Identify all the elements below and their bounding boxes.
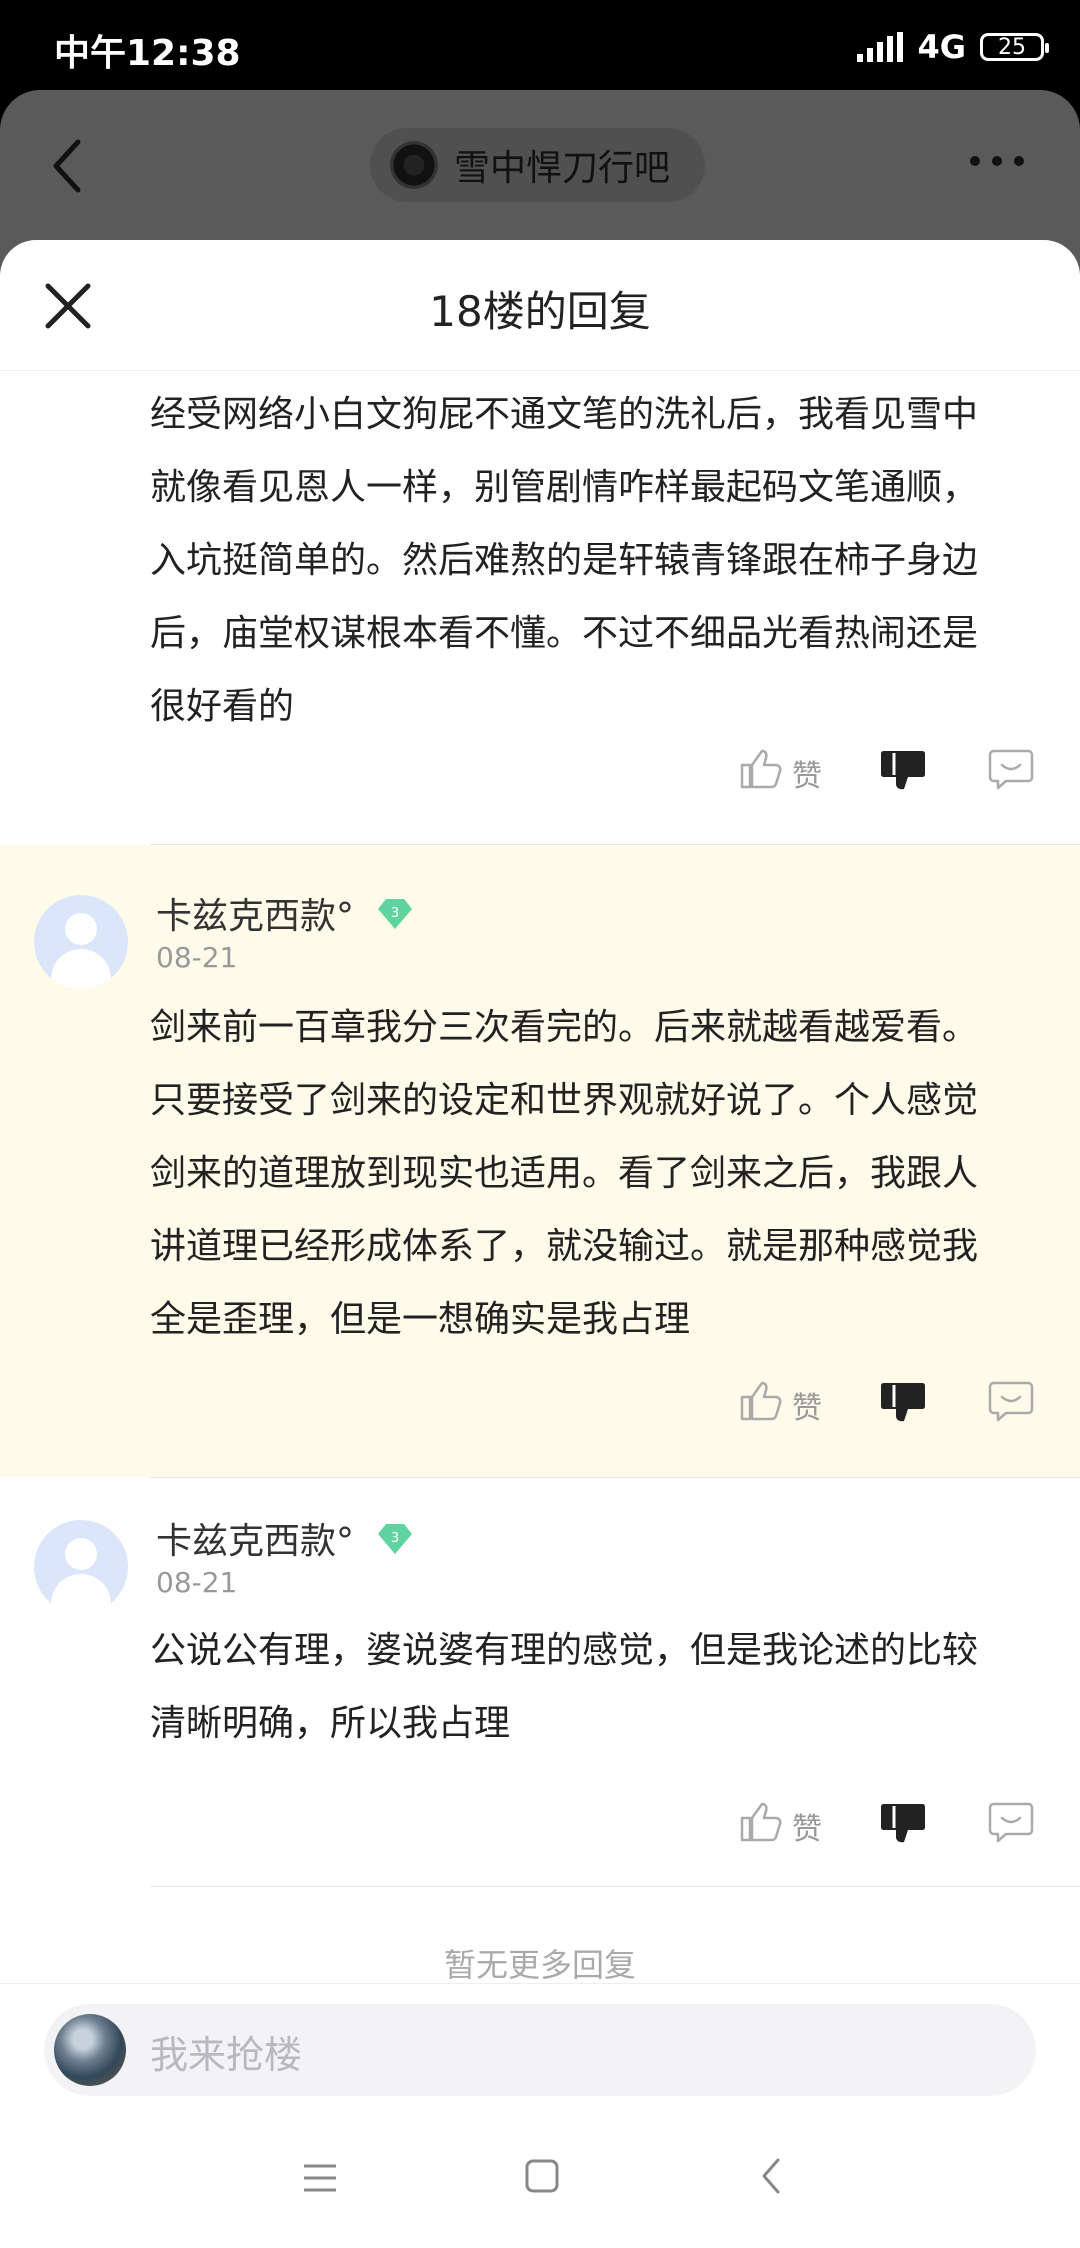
forum-logo-icon [390, 141, 438, 189]
reply-text: 剑来前一百章我分三次看完的。后来就越看越爱看。 只要接受了剑来的设定和世界观就好… [150, 991, 1050, 1356]
dislike-icon[interactable] [880, 747, 926, 793]
status-bar: 中午12:38 4G 25 [0, 0, 1080, 90]
reply-text: 公说公有理，婆说婆有理的感觉，但是我论述的比较 清晰明确，所以我占理 [150, 1614, 1050, 1760]
reply-item[interactable]: 卡兹克西款° 3 08-21 公说公有理，婆说婆有理的感觉，但是我论述的比较 清… [0, 1478, 1080, 1898]
sheet-title: 18楼的回复 [429, 287, 651, 336]
dislike-icon[interactable] [880, 1800, 926, 1846]
menu-icon[interactable] [300, 2158, 340, 2198]
text-line: 就像看见恩人一样，别管剧情咋样最起码文笔通顺， [150, 467, 979, 508]
text-line: 后，庙堂权谋根本看不懂。不过不细品光看热闹还是 [150, 613, 979, 654]
comment-icon[interactable] [988, 1379, 1034, 1425]
level-number: 3 [391, 906, 399, 921]
more-icon[interactable] [970, 156, 1024, 166]
text-line: 剑来的道理放到现实也适用。看了剑来之后，我跟人 [150, 1153, 979, 1194]
forum-pill[interactable]: 雪中悍刀行吧 [370, 128, 705, 202]
reply-actions: 赞 [0, 1379, 1080, 1439]
reply-actions: 赞 [0, 1800, 1080, 1860]
network-type: 4G [917, 28, 966, 66]
my-avatar [54, 2014, 126, 2086]
dislike-icon[interactable] [880, 1379, 926, 1425]
avatar[interactable] [34, 895, 128, 989]
divider [150, 1886, 1080, 1887]
username[interactable]: 卡兹克西款° [156, 1512, 354, 1564]
battery-icon: 25 [980, 33, 1049, 61]
text-line: 只要接受了剑来的设定和世界观就好说了。个人感觉 [150, 1080, 979, 1121]
like-label[interactable]: 赞 [792, 751, 822, 795]
top-reply-text: 经受网络小白文狗屁不通文笔的洗礼后，我看见雪中 就像看见恩人一样，别管剧情咋样最… [150, 378, 1050, 743]
text-line: 全是歪理，但是一想确实是我占理 [150, 1299, 691, 1340]
reply-input-bar: 我来抢楼 [0, 1983, 1080, 2119]
status-time: 中午12:38 [54, 33, 241, 74]
text-line: 经受网络小白文狗屁不通文笔的洗礼后，我看见雪中 [150, 394, 979, 435]
level-number: 3 [391, 1531, 399, 1546]
reply-input[interactable]: 我来抢楼 [44, 2004, 1036, 2096]
text-line: 公说公有理，婆说婆有理的感觉，但是我论述的比较 [150, 1630, 979, 1671]
like-label[interactable]: 赞 [792, 1804, 822, 1848]
username[interactable]: 卡兹克西款° [156, 887, 354, 939]
level-badge-icon: 3 [378, 899, 412, 929]
battery-level: 25 [998, 34, 1026, 60]
back-icon[interactable] [752, 2156, 792, 2196]
comment-icon[interactable] [988, 747, 1034, 793]
avatar[interactable] [34, 1520, 128, 1614]
level-badge-icon: 3 [378, 1524, 412, 1554]
reply-sheet: 18楼的回复 经受网络小白文狗屁不通文笔的洗礼后，我看见雪中 就像看见恩人一样，… [0, 240, 1080, 2248]
reply-item[interactable]: 卡兹克西款° 3 08-21 剑来前一百章我分三次看完的。后来就越看越爱看。 只… [0, 845, 1080, 1477]
text-line: 很好看的 [150, 686, 295, 727]
no-more-replies: 暂无更多回复 [443, 1946, 636, 1984]
text-line: 入坑挺简单的。然后难熬的是轩辕青锋跟在柿子身边 [150, 540, 979, 581]
reply-date: 08-21 [156, 1566, 238, 1599]
like-label[interactable]: 赞 [792, 1383, 822, 1427]
forum-name: 雪中悍刀行吧 [454, 148, 671, 189]
comment-icon[interactable] [988, 1800, 1034, 1846]
text-line: 剑来前一百章我分三次看完的。后来就越看越爱看。 [150, 1007, 979, 1048]
divider [150, 844, 1080, 845]
like-icon[interactable] [738, 1379, 782, 1423]
back-arrow-icon[interactable] [48, 136, 88, 196]
like-icon[interactable] [738, 1800, 782, 1844]
text-line: 清晰明确，所以我占理 [150, 1703, 511, 1744]
reply-input-placeholder: 我来抢楼 [150, 2033, 303, 2077]
like-icon[interactable] [738, 747, 782, 791]
signal-icon [857, 32, 904, 62]
system-nav-bar [0, 2118, 1080, 2248]
top-reply-actions: 赞 [0, 747, 1080, 807]
reply-date: 08-21 [156, 941, 238, 974]
home-icon[interactable] [522, 2156, 562, 2196]
text-line: 讲道理已经形成体系了，就没输过。就是那种感觉我 [150, 1226, 979, 1267]
sheet-header: 18楼的回复 [0, 240, 1080, 371]
